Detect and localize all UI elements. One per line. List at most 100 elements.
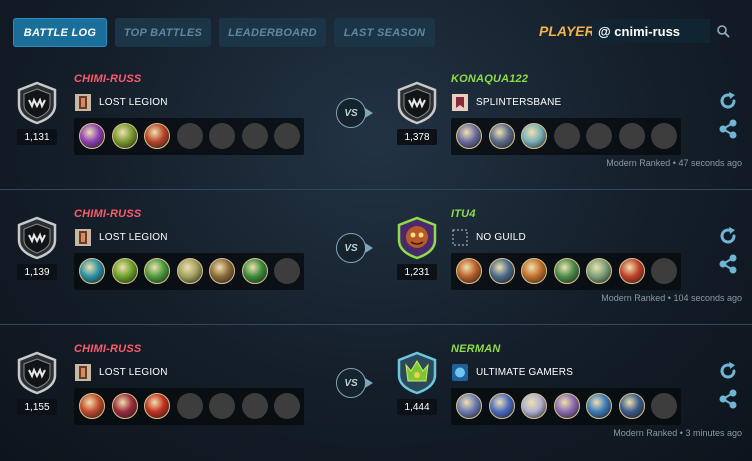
guild-banner-icon <box>75 229 91 246</box>
empty-card-slot <box>553 123 580 149</box>
player-rating: 1,139 <box>17 264 57 280</box>
team-card-bar <box>74 253 304 290</box>
player-rating: 1,155 <box>17 399 57 415</box>
empty-card-slot <box>209 393 235 419</box>
empty-card-slot <box>176 393 203 419</box>
monster-card[interactable] <box>553 393 580 419</box>
empty-card-slot <box>274 123 300 149</box>
replay-icon[interactable] <box>717 225 739 247</box>
shield-badge <box>17 216 57 260</box>
player-rating: 1,131 <box>17 129 57 145</box>
monster-card[interactable] <box>488 123 515 149</box>
tab-leaderboard[interactable]: LEADERBOARD <box>219 18 326 47</box>
share-icon[interactable] <box>717 253 739 275</box>
monster-card[interactable] <box>618 258 645 284</box>
empty-card-slot <box>586 123 612 149</box>
battle-row[interactable]: 1,131 CHIMI-RUSS LOST LEGION VS 1,378 KONAQ… <box>0 65 752 191</box>
share-icon[interactable] <box>717 388 739 410</box>
player-label: PLAYER: <box>539 23 600 39</box>
monster-card[interactable] <box>521 258 547 284</box>
player-search-input[interactable] <box>592 19 710 43</box>
team-card-bar <box>451 118 681 155</box>
top-bar: BATTLE LOG TOP BATTLES LEADERBOARD LAST … <box>0 0 752 64</box>
guild-name: LOST LEGION <box>99 232 168 243</box>
battle-row[interactable]: 1,155 CHIMI-RUSS LOST LEGION VS 1,444 NERMA… <box>0 335 752 461</box>
guild-name: NO GUILD <box>476 232 526 243</box>
team-card-bar <box>74 118 304 155</box>
monster-card[interactable] <box>521 123 547 149</box>
team-card-bar <box>451 388 681 425</box>
tab-top-battles[interactable]: TOP BATTLES <box>115 18 211 47</box>
battle-meta: Modern Ranked • 104 seconds ago <box>601 293 742 303</box>
empty-card-slot <box>176 123 203 149</box>
arrow-right-icon <box>365 378 373 388</box>
empty-card-slot <box>209 123 235 149</box>
monster-card[interactable] <box>111 258 138 284</box>
monster-card[interactable] <box>488 258 515 284</box>
monster-card[interactable] <box>176 258 203 284</box>
empty-card-slot <box>241 393 268 419</box>
vs-indicator: VS <box>336 98 366 128</box>
crown-badge <box>397 351 437 395</box>
vs-indicator: VS <box>336 233 366 263</box>
monster-card[interactable] <box>456 258 482 284</box>
monster-card[interactable] <box>79 258 105 284</box>
empty-card-slot <box>651 393 677 419</box>
monster-card[interactable] <box>618 393 645 419</box>
guild-banner-icon <box>75 94 91 111</box>
arrow-right-icon <box>365 243 373 253</box>
battle-row[interactable]: 1,139 CHIMI-RUSS LOST LEGION VS 1,231 ITU4 … <box>0 200 752 326</box>
search-icon[interactable] <box>716 24 730 38</box>
monster-card[interactable] <box>144 258 170 284</box>
replay-icon[interactable] <box>717 360 739 382</box>
no-guild-icon <box>452 229 468 246</box>
player-name[interactable]: NERMAN <box>451 343 500 355</box>
battle-meta: Modern Ranked • 47 seconds ago <box>606 158 742 168</box>
shield-badge <box>397 81 437 125</box>
guild-name: LOST LEGION <box>99 367 168 378</box>
player-name[interactable]: CHIMI-RUSS <box>74 343 141 355</box>
empty-card-slot <box>651 258 677 284</box>
monster-card[interactable] <box>79 123 105 149</box>
guild-banner-icon <box>452 94 468 111</box>
arrow-right-icon <box>365 108 373 118</box>
tab-last-season[interactable]: LAST SEASON <box>334 18 435 47</box>
empty-card-slot <box>651 123 677 149</box>
player-name[interactable]: ITU4 <box>451 208 476 220</box>
team-card-bar <box>451 253 681 290</box>
monster-card[interactable] <box>111 123 138 149</box>
empty-card-slot <box>241 123 268 149</box>
monster-card[interactable] <box>553 258 580 284</box>
guild-banner-icon <box>75 364 91 381</box>
creature-badge <box>397 216 437 260</box>
shield-badge <box>17 351 57 395</box>
replay-icon[interactable] <box>717 90 739 112</box>
vs-indicator: VS <box>336 368 366 398</box>
monster-card[interactable] <box>79 393 105 419</box>
monster-card[interactable] <box>488 393 515 419</box>
player-rating: 1,378 <box>397 129 437 145</box>
shield-badge <box>17 81 57 125</box>
player-rating: 1,444 <box>397 399 437 415</box>
monster-card[interactable] <box>586 393 612 419</box>
monster-card[interactable] <box>521 393 547 419</box>
monster-card[interactable] <box>144 393 170 419</box>
guild-name: SPLINTERSBANE <box>476 97 562 108</box>
share-icon[interactable] <box>717 118 739 140</box>
tab-battle-log[interactable]: BATTLE LOG <box>13 18 107 47</box>
empty-card-slot <box>618 123 645 149</box>
monster-card[interactable] <box>111 393 138 419</box>
empty-card-slot <box>274 393 300 419</box>
player-rating: 1,231 <box>397 264 437 280</box>
player-name[interactable]: KONAQUA122 <box>451 73 528 85</box>
monster-card[interactable] <box>586 258 612 284</box>
guild-banner-icon <box>452 364 468 381</box>
empty-card-slot <box>274 258 300 284</box>
player-name[interactable]: CHIMI-RUSS <box>74 73 141 85</box>
monster-card[interactable] <box>241 258 268 284</box>
monster-card[interactable] <box>209 258 235 284</box>
monster-card[interactable] <box>456 123 482 149</box>
player-name[interactable]: CHIMI-RUSS <box>74 208 141 220</box>
monster-card[interactable] <box>456 393 482 419</box>
monster-card[interactable] <box>144 123 170 149</box>
